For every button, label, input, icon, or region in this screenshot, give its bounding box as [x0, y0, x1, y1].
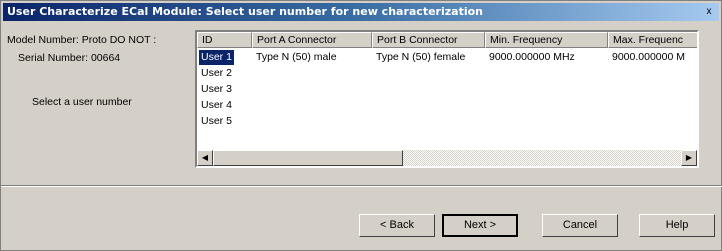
table-row[interactable]: User 4 — [197, 98, 697, 113]
scroll-thumb[interactable] — [213, 150, 403, 166]
row-id: User 2 — [201, 67, 232, 79]
scroll-right-icon[interactable]: ▶ — [681, 150, 697, 166]
scroll-left-icon[interactable]: ◀ — [197, 150, 213, 166]
column-header-max-frequency[interactable]: Max. Frequenc — [608, 32, 697, 48]
characterize-dialog: User Characterize ECal Module: Select us… — [0, 0, 722, 251]
horizontal-scrollbar[interactable]: ◀ ▶ — [197, 150, 697, 166]
row-port-b: Type N (50) female — [376, 51, 466, 63]
table-row[interactable]: User 5 — [197, 114, 697, 129]
row-id: User 1 — [199, 50, 234, 65]
divider — [1, 185, 722, 187]
row-id: User 5 — [201, 115, 232, 127]
column-header-id[interactable]: ID — [197, 32, 252, 48]
row-max-frequency: 9000.000000 M — [612, 51, 685, 63]
row-id: User 3 — [201, 83, 232, 95]
window-title: User Characterize ECal Module: Select us… — [7, 5, 483, 18]
column-header-port-b[interactable]: Port B Connector — [372, 32, 485, 48]
column-header-port-a[interactable]: Port A Connector — [252, 32, 372, 48]
help-button[interactable]: Help — [639, 214, 715, 237]
cancel-button[interactable]: Cancel — [542, 214, 618, 237]
table-row[interactable]: User 2 — [197, 66, 697, 81]
table-row[interactable]: User 3 — [197, 82, 697, 97]
model-number-label: Model Number: Proto DO NOT : — [7, 34, 157, 46]
back-button[interactable]: < Back — [359, 214, 435, 237]
table-row[interactable]: User 1 Type N (50) male Type N (50) fema… — [197, 50, 697, 65]
next-button[interactable]: Next > — [442, 214, 518, 237]
select-user-prompt: Select a user number — [32, 96, 132, 108]
row-min-frequency: 9000.000000 MHz — [489, 51, 575, 63]
row-port-a: Type N (50) male — [256, 51, 337, 63]
close-icon[interactable]: x — [702, 5, 716, 18]
title-bar[interactable]: User Characterize ECal Module: Select us… — [3, 3, 719, 21]
column-header-min-frequency[interactable]: Min. Frequency — [485, 32, 608, 48]
user-number-list[interactable]: ID Port A Connector Port B Connector Min… — [195, 30, 699, 168]
row-id: User 4 — [201, 99, 232, 111]
serial-number-label: Serial Number: 00664 — [18, 52, 121, 64]
